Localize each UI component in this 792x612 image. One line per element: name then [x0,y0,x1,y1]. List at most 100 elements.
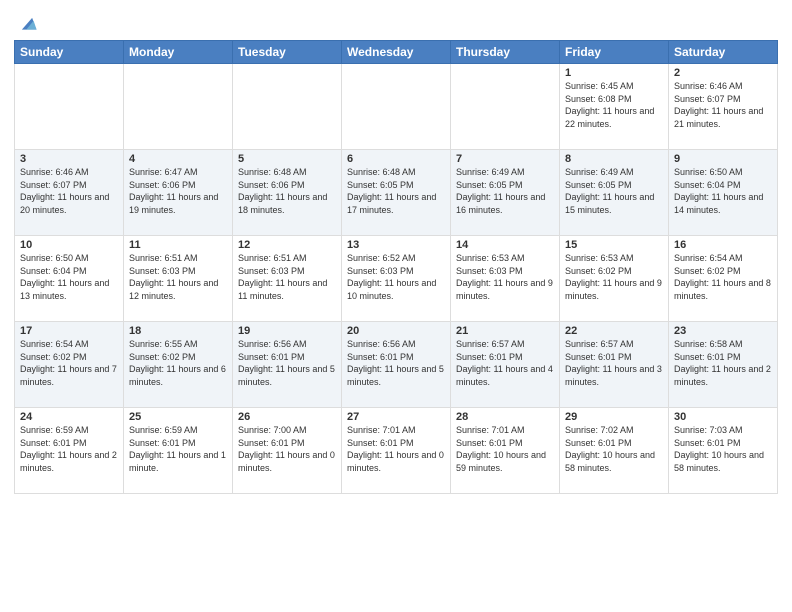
day-number: 15 [565,239,663,251]
weekday-sunday: Sunday [15,41,124,64]
day-info: Sunrise: 6:56 AM Sunset: 6:01 PM Dayligh… [238,338,336,388]
day-number: 12 [238,239,336,251]
day-info: Sunrise: 6:51 AM Sunset: 6:03 PM Dayligh… [129,252,227,302]
day-number: 11 [129,239,227,251]
weekday-tuesday: Tuesday [233,41,342,64]
calendar-cell: 14Sunrise: 6:53 AM Sunset: 6:03 PM Dayli… [451,236,560,322]
day-number: 22 [565,325,663,337]
calendar-cell: 24Sunrise: 6:59 AM Sunset: 6:01 PM Dayli… [15,408,124,494]
page: SundayMondayTuesdayWednesdayThursdayFrid… [0,0,792,500]
calendar-cell: 21Sunrise: 6:57 AM Sunset: 6:01 PM Dayli… [451,322,560,408]
day-number: 5 [238,153,336,165]
day-info: Sunrise: 6:45 AM Sunset: 6:08 PM Dayligh… [565,80,663,130]
day-number: 3 [20,153,118,165]
calendar-cell: 27Sunrise: 7:01 AM Sunset: 6:01 PM Dayli… [342,408,451,494]
day-info: Sunrise: 6:49 AM Sunset: 6:05 PM Dayligh… [565,166,663,216]
calendar-cell: 28Sunrise: 7:01 AM Sunset: 6:01 PM Dayli… [451,408,560,494]
day-number: 23 [674,325,772,337]
calendar-cell [233,64,342,150]
calendar-cell: 22Sunrise: 6:57 AM Sunset: 6:01 PM Dayli… [560,322,669,408]
calendar-cell: 13Sunrise: 6:52 AM Sunset: 6:03 PM Dayli… [342,236,451,322]
day-number: 13 [347,239,445,251]
day-number: 18 [129,325,227,337]
week-row-3: 17Sunrise: 6:54 AM Sunset: 6:02 PM Dayli… [15,322,778,408]
day-number: 29 [565,411,663,423]
day-info: Sunrise: 6:57 AM Sunset: 6:01 PM Dayligh… [456,338,554,388]
calendar-cell: 26Sunrise: 7:00 AM Sunset: 6:01 PM Dayli… [233,408,342,494]
day-info: Sunrise: 7:01 AM Sunset: 6:01 PM Dayligh… [347,424,445,474]
day-number: 1 [565,67,663,79]
day-info: Sunrise: 6:53 AM Sunset: 6:02 PM Dayligh… [565,252,663,302]
calendar-cell: 16Sunrise: 6:54 AM Sunset: 6:02 PM Dayli… [669,236,778,322]
calendar-cell: 3Sunrise: 6:46 AM Sunset: 6:07 PM Daylig… [15,150,124,236]
calendar-cell: 23Sunrise: 6:58 AM Sunset: 6:01 PM Dayli… [669,322,778,408]
day-number: 6 [347,153,445,165]
calendar-cell: 15Sunrise: 6:53 AM Sunset: 6:02 PM Dayli… [560,236,669,322]
weekday-thursday: Thursday [451,41,560,64]
day-number: 14 [456,239,554,251]
weekday-header-row: SundayMondayTuesdayWednesdayThursdayFrid… [15,41,778,64]
day-info: Sunrise: 6:49 AM Sunset: 6:05 PM Dayligh… [456,166,554,216]
calendar-cell: 5Sunrise: 6:48 AM Sunset: 6:06 PM Daylig… [233,150,342,236]
weekday-friday: Friday [560,41,669,64]
day-info: Sunrise: 7:00 AM Sunset: 6:01 PM Dayligh… [238,424,336,474]
calendar-cell: 25Sunrise: 6:59 AM Sunset: 6:01 PM Dayli… [124,408,233,494]
calendar-cell [124,64,233,150]
day-info: Sunrise: 6:50 AM Sunset: 6:04 PM Dayligh… [674,166,772,216]
calendar-cell: 11Sunrise: 6:51 AM Sunset: 6:03 PM Dayli… [124,236,233,322]
day-number: 4 [129,153,227,165]
calendar-cell: 8Sunrise: 6:49 AM Sunset: 6:05 PM Daylig… [560,150,669,236]
day-number: 9 [674,153,772,165]
calendar-cell [342,64,451,150]
week-row-2: 10Sunrise: 6:50 AM Sunset: 6:04 PM Dayli… [15,236,778,322]
day-number: 2 [674,67,772,79]
header [14,10,778,34]
day-number: 7 [456,153,554,165]
logo-area [14,10,38,34]
day-number: 28 [456,411,554,423]
calendar-cell [451,64,560,150]
calendar-cell: 10Sunrise: 6:50 AM Sunset: 6:04 PM Dayli… [15,236,124,322]
week-row-4: 24 Sunrise: 6:59 AM Sunset: 6:01 PM Dayli… [15,408,778,494]
day-info: Sunrise: 6:48 AM Sunset: 6:05 PM Dayligh… [347,166,445,216]
day-info: Sunrise: 6:56 AM Sunset: 6:01 PM Dayligh… [347,338,445,388]
day-number: 24 [20,411,118,423]
calendar-cell: 17Sunrise: 6:54 AM Sunset: 6:02 PM Dayli… [15,322,124,408]
day-number: 30 [674,411,772,423]
day-info: Sunrise: 6:58 AM Sunset: 6:01 PM Dayligh… [674,338,772,388]
day-number: 16 [674,239,772,251]
calendar-cell: 6Sunrise: 6:48 AM Sunset: 6:05 PM Daylig… [342,150,451,236]
day-info: Sunrise: 6:55 AM Sunset: 6:02 PM Dayligh… [129,338,227,388]
day-info: Sunrise: 6:59 AM Sunset: 6:01 PM Dayligh… [129,424,227,474]
day-number: 27 [347,411,445,423]
calendar-cell: 18Sunrise: 6:55 AM Sunset: 6:02 PM Dayli… [124,322,233,408]
calendar-cell: 29Sunrise: 7:02 AM Sunset: 6:01 PM Dayli… [560,408,669,494]
day-info: Sunrise: 6:47 AM Sunset: 6:06 PM Dayligh… [129,166,227,216]
day-number: 17 [20,325,118,337]
day-number: 20 [347,325,445,337]
day-info: Sunrise: 6:52 AM Sunset: 6:03 PM Dayligh… [347,252,445,302]
day-number: 10 [20,239,118,251]
calendar-table: SundayMondayTuesdayWednesdayThursdayFrid… [14,40,778,494]
calendar-cell: 1Sunrise: 6:45 AM Sunset: 6:08 PM Daylig… [560,64,669,150]
day-number: 25 [129,411,227,423]
calendar-cell: 9Sunrise: 6:50 AM Sunset: 6:04 PM Daylig… [669,150,778,236]
weekday-saturday: Saturday [669,41,778,64]
day-info: Sunrise: 7:02 AM Sunset: 6:01 PM Dayligh… [565,424,663,474]
calendar-cell: 30Sunrise: 7:03 AM Sunset: 6:01 PM Dayli… [669,408,778,494]
weekday-wednesday: Wednesday [342,41,451,64]
day-info: Sunrise: 6:51 AM Sunset: 6:03 PM Dayligh… [238,252,336,302]
logo-icon [16,12,38,34]
day-info: Sunrise: 6:48 AM Sunset: 6:06 PM Dayligh… [238,166,336,216]
day-info: Sunrise: 6:46 AM Sunset: 6:07 PM Dayligh… [674,80,772,130]
day-number: 21 [456,325,554,337]
calendar-cell: 4Sunrise: 6:47 AM Sunset: 6:06 PM Daylig… [124,150,233,236]
day-info: Sunrise: 6:54 AM Sunset: 6:02 PM Dayligh… [20,338,118,388]
day-info: Sunrise: 6:53 AM Sunset: 6:03 PM Dayligh… [456,252,554,302]
calendar-cell [15,64,124,150]
week-row-0: 1Sunrise: 6:45 AM Sunset: 6:08 PM Daylig… [15,64,778,150]
day-number: 19 [238,325,336,337]
day-info: Sunrise: 6:50 AM Sunset: 6:04 PM Dayligh… [20,252,118,302]
day-number: 8 [565,153,663,165]
calendar-cell: 20Sunrise: 6:56 AM Sunset: 6:01 PM Dayli… [342,322,451,408]
